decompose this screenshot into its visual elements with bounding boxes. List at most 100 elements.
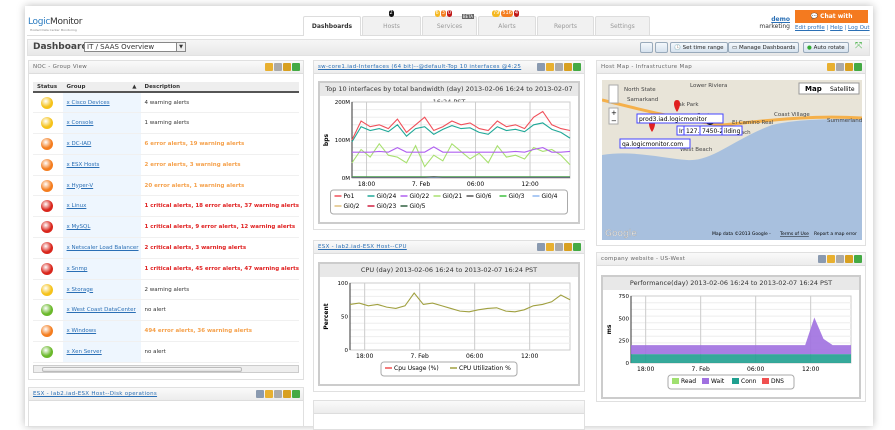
group-link[interactable]: x Snmp	[67, 266, 88, 272]
tab-reports[interactable]: Reports	[537, 16, 594, 35]
column-header-group[interactable]: Group▲	[63, 82, 141, 92]
group-link[interactable]: x Hyper-V	[67, 183, 94, 189]
table-row[interactable]: x DC-IAD6 error alerts, 19 warning alert…	[33, 134, 299, 155]
tab-settings[interactable]: Settings	[595, 16, 650, 35]
edit-pencil-icon[interactable]	[827, 63, 835, 71]
dashboard-select[interactable]: IT / SAAS Overview▼	[84, 42, 186, 52]
trash-icon[interactable]	[555, 243, 563, 251]
scrollbar-thumb[interactable]	[42, 367, 242, 372]
trash-icon[interactable]	[274, 390, 282, 398]
table-row[interactable]: x West Coast DataCenterno alert	[33, 300, 299, 321]
tab-dashboards[interactable]: Dashboards	[303, 16, 361, 36]
street-view-pegman-icon[interactable]	[609, 85, 618, 103]
legend-item[interactable]: Gi0/21	[443, 193, 463, 200]
refresh-icon[interactable]	[573, 243, 581, 251]
map-button[interactable]: Map	[805, 85, 822, 93]
table-row[interactable]: x Hyper-V20 error alerts, 1 warning aler…	[33, 175, 299, 196]
group-link[interactable]: x Windows	[67, 328, 97, 334]
table-row[interactable]: x MySQL1 critical alerts, 9 error alerts…	[33, 217, 299, 238]
legend-item[interactable]: Gi0/4	[542, 193, 558, 200]
refresh-icon[interactable]	[854, 255, 862, 263]
legend-item[interactable]: DNS	[771, 378, 784, 385]
table-row[interactable]: x ESX Hosts2 error alerts, 3 warning ale…	[33, 154, 299, 175]
edit-pencil-icon[interactable]	[546, 63, 554, 71]
legend-item[interactable]: Gi0/5	[410, 203, 426, 210]
column-header-description[interactable]: Description	[141, 82, 300, 92]
group-link[interactable]: x West Coast DataCenter	[67, 307, 136, 313]
tab-alerts[interactable]: Alerts795164	[478, 16, 536, 35]
marker-label[interactable]: qa.logicmonitor.com	[622, 141, 683, 148]
group-link[interactable]: x Console	[67, 120, 94, 126]
zoom-magnifier-icon[interactable]	[845, 63, 853, 71]
tab-services[interactable]: Services630BETA	[422, 16, 477, 35]
username-link[interactable]: demo	[771, 16, 790, 23]
auto-rotate-button[interactable]: ● Auto rotate	[803, 42, 849, 53]
table-row[interactable]: x Netscaler Load Balancer2 critical aler…	[33, 238, 299, 259]
chat-with-engineer-button[interactable]: 💬 Chat with engineer	[795, 10, 868, 23]
edit-pencil-icon[interactable]	[827, 255, 835, 263]
group-link[interactable]: x Linux	[67, 203, 87, 209]
edit-pencil-icon[interactable]	[546, 243, 554, 251]
edit-pencil-icon[interactable]	[265, 63, 273, 71]
legend-item[interactable]: Read	[681, 378, 696, 385]
legend-item[interactable]: Po1	[344, 193, 355, 200]
tab-hosts[interactable]: Hosts2	[362, 16, 421, 35]
logout-link[interactable]: Log Out	[848, 25, 870, 31]
legend-item[interactable]: Wait	[711, 378, 725, 385]
horizontal-scrollbar[interactable]	[33, 365, 299, 373]
marker-label[interactable]: prod3.iad.logicmonitor	[639, 116, 708, 123]
refresh-icon[interactable]	[573, 63, 581, 71]
panel-title-link[interactable]: sw-core1.iad-Interfaces (64 bit)--@defau…	[318, 64, 521, 70]
download-icon[interactable]	[256, 390, 264, 398]
download-icon[interactable]	[537, 243, 545, 251]
logo[interactable]: LogicMonitor	[28, 17, 82, 27]
zoom-magnifier-icon[interactable]	[283, 390, 291, 398]
legend-item[interactable]: Gi0/24	[377, 193, 397, 200]
column-header-status[interactable]: Status	[33, 82, 63, 92]
legend-item[interactable]: Gi0/3	[509, 193, 525, 200]
panel-title-link[interactable]: ESX - lab2.iad-ESX Host--Disk operations	[33, 391, 157, 397]
terms-of-use-link[interactable]: Terms of Use	[779, 231, 809, 237]
table-row[interactable]: x Console1 warning alerts	[33, 113, 299, 134]
marker-label[interactable]: ilding	[724, 128, 741, 135]
download-icon[interactable]	[818, 255, 826, 263]
zoom-magnifier-icon[interactable]	[845, 255, 853, 263]
legend-item[interactable]: CPU Utilization %	[459, 365, 511, 372]
zoom-magnifier-icon[interactable]	[564, 243, 572, 251]
group-link[interactable]: x Storage	[67, 287, 94, 293]
fullscreen-icon[interactable]: ⤧	[855, 41, 862, 51]
manage-dashboards-button[interactable]: ▭ Manage Dashboards	[728, 42, 799, 53]
group-link[interactable]: x MySQL	[67, 224, 91, 230]
trash-icon[interactable]	[836, 63, 844, 71]
download-icon[interactable]	[537, 63, 545, 71]
report-map-error-link[interactable]: Report a map error	[814, 231, 857, 237]
refresh-icon[interactable]	[854, 63, 862, 71]
layout-rows-button[interactable]	[655, 42, 668, 53]
legend-item[interactable]: Gi0/6	[476, 193, 492, 200]
zoom-magnifier-icon[interactable]	[283, 63, 291, 71]
legend-item[interactable]: Gi0/23	[377, 203, 397, 210]
refresh-icon[interactable]	[292, 63, 300, 71]
group-link[interactable]: x Netscaler Load Balancer	[67, 245, 139, 251]
group-link[interactable]: x DC-IAD	[67, 141, 92, 147]
table-row[interactable]: x Snmp1 critical alerts, 45 error alerts…	[33, 258, 299, 279]
marker-label[interactable]: 7450-2	[702, 128, 723, 135]
help-link[interactable]: Help	[830, 25, 843, 31]
edit-profile-link[interactable]: Edit profile	[795, 25, 825, 31]
satellite-button[interactable]: Satellite	[830, 86, 855, 93]
zoom-in-icon[interactable]: +	[611, 109, 617, 117]
table-row[interactable]: x Xen Serverno alert	[33, 342, 299, 363]
trash-icon[interactable]	[836, 255, 844, 263]
legend-item[interactable]: Cpu Usage (%)	[394, 365, 439, 372]
table-row[interactable]: x Cisco Devices4 warning alerts	[33, 92, 299, 113]
legend-item[interactable]: Gi0/2	[344, 203, 360, 210]
trash-icon[interactable]	[274, 63, 282, 71]
table-row[interactable]: x Storage2 warning alerts	[33, 279, 299, 300]
set-time-range-button[interactable]: 🕒 Set time range	[670, 42, 728, 53]
trash-icon[interactable]	[555, 63, 563, 71]
panel-title-link[interactable]: ESX - lab2.iad-ESX Host--CPU	[318, 244, 407, 250]
layout-grid-button[interactable]	[640, 42, 653, 53]
map-canvas[interactable]: North StateSamarkandOak ParkLower Rivier…	[602, 80, 862, 240]
group-link[interactable]: x Xen Server	[67, 349, 102, 355]
infrastructure-map[interactable]: North StateSamarkandOak ParkLower Rivier…	[602, 80, 862, 240]
